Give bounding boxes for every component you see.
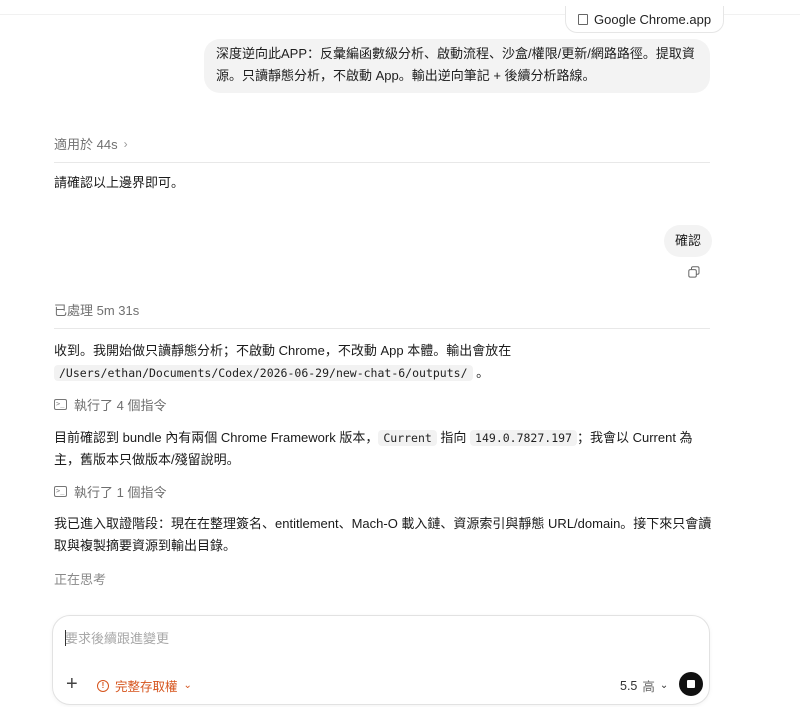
model-label: 5.5	[620, 678, 638, 693]
processed-header: 已處理 5m 31s	[54, 300, 710, 329]
plus-icon[interactable]: +	[66, 674, 78, 694]
access-mode-dropdown[interactable]: ! 完整存取權 ⌄	[97, 676, 192, 695]
current-code: Current	[378, 430, 437, 446]
chat-page: Google Chrome.app 深度逆向此APP：反彙編函數級分析、啟動流程…	[0, 0, 800, 707]
assistant-message-version: 目前確認到 bundle 內有兩個 Chrome Framework 版本， Cu…	[54, 427, 714, 471]
output-path: /Users/ethan/Documents/Codex/2026-06-29/…	[54, 365, 473, 381]
file-icon	[578, 13, 588, 25]
version-text-1: 目前確認到 bundle 內有兩個 Chrome Framework 版本，	[54, 430, 379, 445]
commands-run-label: 執行了 1 個指令	[74, 485, 167, 500]
user-message: 深度逆向此APP：反彙編函數級分析、啟動流程、沙盒/權限/更新/網路路徑。提取資…	[204, 39, 710, 93]
attachment-chip[interactable]: Google Chrome.app	[565, 6, 725, 33]
commands-run-1[interactable]: >_ 執行了 4 個指令	[54, 395, 166, 414]
prompt-input[interactable]	[65, 628, 665, 648]
terminal-icon: >_	[54, 399, 67, 410]
stop-button[interactable]	[679, 672, 703, 696]
worked-for-label: 適用於 44s	[54, 137, 118, 152]
chevron-right-icon: ›	[123, 136, 128, 151]
commands-run-2[interactable]: >_ 執行了 1 個指令	[54, 482, 166, 501]
output-text: 收到。我開始做只讀靜態分析；不啟動 Chrome，不改動 App 本體。輸出會放…	[54, 343, 512, 358]
assistant-message: 請確認以上邊界即可。	[54, 175, 185, 190]
chevron-down-icon: ⌄	[659, 680, 669, 691]
composer: + ! 完整存取權 ⌄ 5.5 高 ⌄	[52, 615, 710, 705]
user-message-confirm: 確認	[664, 225, 713, 257]
worked-for-header[interactable]: 適用於 44s ›	[54, 134, 710, 163]
access-mode-label: 完整存取權	[115, 680, 178, 694]
thinking-status: 正在思考	[54, 572, 107, 587]
terminal-icon: >_	[54, 486, 67, 497]
chevron-down-icon: ⌄	[183, 680, 192, 691]
attachment-label: Google Chrome.app	[594, 11, 712, 27]
copy-icon[interactable]	[688, 266, 700, 278]
assistant-message-output: 收到。我開始做只讀靜態分析；不啟動 Chrome，不改動 App 本體。輸出會放…	[54, 340, 714, 384]
commands-run-label: 執行了 4 個指令	[74, 398, 167, 413]
version-code: 149.0.7827.197	[470, 430, 577, 446]
processed-label: 已處理 5m 31s	[54, 303, 140, 318]
text-caret	[65, 630, 66, 646]
version-text-2: 指向	[436, 430, 471, 445]
reasoning-level-label: 高	[642, 680, 655, 694]
stop-icon	[687, 680, 695, 688]
warning-icon: !	[97, 679, 109, 692]
model-selector[interactable]: 5.5 高 ⌄	[620, 676, 668, 695]
output-text-end: 。	[476, 365, 490, 380]
assistant-message-forensics: 我已進入取證階段：現在在整理簽名、entitlement、Mach-O 載入鏈、…	[54, 516, 712, 553]
